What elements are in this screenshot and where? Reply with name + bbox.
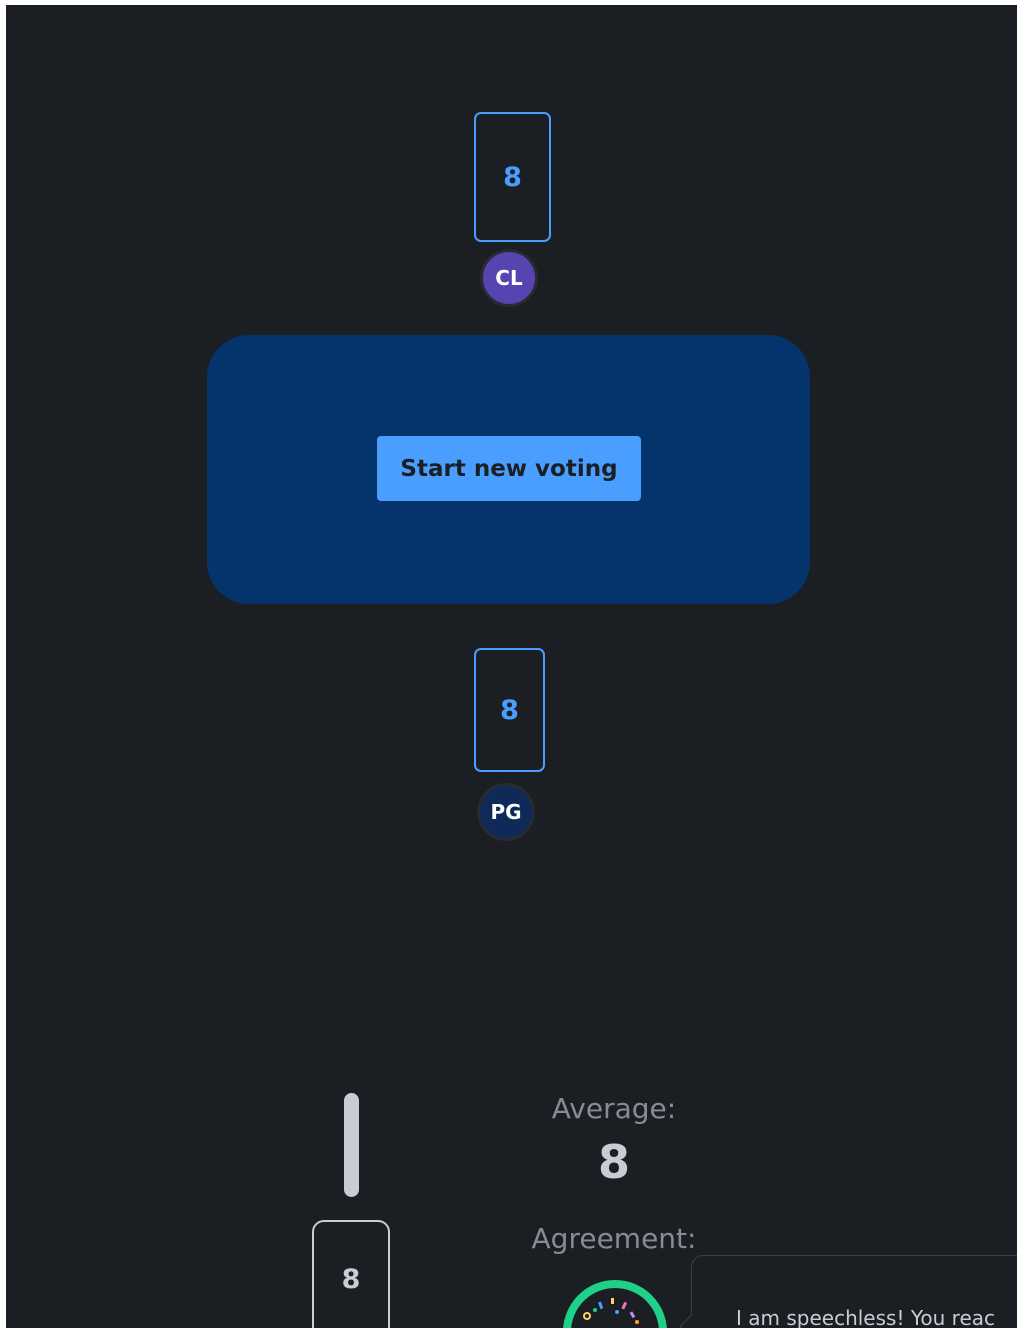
- player-initials: PG: [490, 800, 522, 824]
- start-new-voting-button[interactable]: Start new voting: [377, 436, 641, 501]
- speech-pointer: [679, 1314, 704, 1328]
- confetti-icon: [583, 1298, 639, 1324]
- player-vote-card-pg: 8: [474, 648, 545, 772]
- feedback-speech-bubble: I am speechless! You reac: [679, 1255, 1017, 1328]
- player-vote-value: 8: [500, 694, 519, 726]
- result-card-value: 8: [341, 1264, 361, 1295]
- player-vote-card-cl: 8: [474, 112, 551, 242]
- vote-distribution-bar: [344, 1093, 359, 1197]
- player-avatar-cl: CL: [480, 249, 538, 307]
- player-initials: CL: [495, 266, 523, 290]
- agreement-label: Agreement:: [531, 1222, 697, 1255]
- poker-room: 8 CL Start new voting 8 PG 8 Average: 8 …: [6, 5, 1017, 1328]
- player-vote-value: 8: [503, 161, 522, 193]
- feedback-text: I am speechless! You reac: [736, 1306, 995, 1328]
- result-vote-card: 8: [312, 1220, 390, 1328]
- poker-table: Start new voting: [207, 335, 810, 604]
- average-label: Average:: [551, 1092, 677, 1125]
- average-value: 8: [597, 1135, 630, 1189]
- player-avatar-pg: PG: [477, 783, 535, 841]
- agreement-indicator: [563, 1280, 667, 1328]
